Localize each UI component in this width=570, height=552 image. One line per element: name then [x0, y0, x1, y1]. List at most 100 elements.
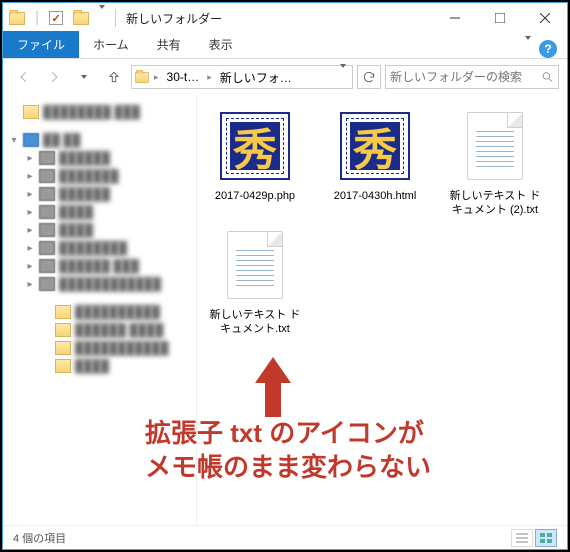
tree-expander-icon[interactable]: ▸	[25, 279, 35, 290]
address-dropdown[interactable]	[336, 68, 350, 86]
app-icon	[9, 12, 25, 25]
explorer-window: | ✓ 新しいフォルダー ファイル ホーム 共有 表示 ? ▸ 30-t	[2, 2, 568, 550]
breadcrumb-1[interactable]: 30-t…	[163, 68, 204, 86]
tree-item-label: ████	[75, 359, 109, 373]
tab-file[interactable]: ファイル	[3, 31, 79, 58]
item-count: 4 個の項目	[13, 530, 66, 546]
ribbon-expand-icon[interactable]	[525, 40, 531, 58]
file-item[interactable]: 秀 2017-0429p.php	[205, 107, 305, 218]
tree-item-icon	[55, 305, 71, 319]
tree-item-icon	[39, 259, 55, 273]
recent-dropdown[interactable]	[71, 64, 97, 90]
tree-expander-icon[interactable]: ▸	[25, 243, 35, 254]
file-item[interactable]: 新しいテキスト ドキュメント (2).txt	[445, 107, 545, 218]
tree-item[interactable]: ▸ ████████	[7, 239, 192, 257]
window-controls	[432, 4, 567, 33]
tree-item-label: ██████ ████	[75, 323, 163, 337]
navigation-pane: ████████ ███▾██ ██▸██████▸███████▸██████…	[3, 95, 197, 525]
back-button[interactable]	[11, 64, 37, 90]
tree-item-label: ██ ██	[43, 133, 80, 147]
search-input[interactable]	[390, 70, 541, 84]
chevron-right-icon[interactable]: ▸	[152, 72, 161, 83]
tree-item	[7, 293, 192, 303]
tree-item-icon	[55, 359, 71, 373]
text-document-icon	[467, 112, 523, 180]
tree-item-label: ██████████	[75, 305, 160, 319]
text-document-icon	[227, 231, 283, 299]
tree-item-label: ██████	[59, 151, 110, 165]
tree-item[interactable]: ████	[7, 357, 192, 375]
tab-view[interactable]: 表示	[195, 31, 247, 58]
help-icon[interactable]: ?	[539, 40, 557, 58]
tree-expander-icon[interactable]: ▸	[25, 225, 35, 236]
content-area: ████████ ███▾██ ██▸██████▸███████▸██████…	[3, 95, 567, 525]
tree-item[interactable]: ████████ ███	[7, 103, 192, 121]
tree-expander-icon[interactable]: ▸	[25, 153, 35, 164]
tree-item-label: ████████	[59, 241, 127, 255]
tree-item[interactable]: ███████████	[7, 339, 192, 357]
tree-expander-icon[interactable]: ▸	[25, 171, 35, 182]
tab-share[interactable]: 共有	[143, 31, 195, 58]
search-icon	[541, 70, 554, 84]
chevron-right-icon[interactable]: ▸	[205, 72, 214, 83]
file-item[interactable]: 新しいテキスト ドキュメント.txt	[205, 226, 305, 337]
tree-item-icon	[39, 205, 55, 219]
tree-expander-icon[interactable]: ▾	[9, 135, 19, 146]
address-box[interactable]: ▸ 30-t… ▸ 新しいフォ…	[131, 65, 353, 89]
file-label: 2017-0429p.php	[215, 189, 295, 203]
tree-item-icon	[55, 341, 71, 355]
hidemaru-app-icon: 秀	[220, 112, 290, 180]
tree-item-icon	[55, 323, 71, 337]
tree-expander-icon[interactable]: ▸	[25, 207, 35, 218]
details-view-icon[interactable]	[511, 529, 533, 547]
tree-item-label: ████████████	[59, 277, 161, 291]
tab-home[interactable]: ホーム	[79, 31, 143, 58]
tree-item[interactable]: ██████ ████	[7, 321, 192, 339]
tree-item-icon	[23, 105, 39, 119]
tree-expander-icon[interactable]: ▸	[25, 189, 35, 200]
tree-item-label: ██████ ███	[59, 259, 139, 273]
tree-item-icon	[39, 187, 55, 201]
refresh-button[interactable]	[357, 65, 381, 89]
tree-item	[7, 121, 192, 131]
tree-item[interactable]: ▾ ██ ██	[7, 131, 192, 149]
file-list-pane[interactable]: 秀 2017-0429p.php 秀2017-0430h.html新しいテキスト ド…	[197, 95, 567, 525]
tree-item-label: ████	[59, 223, 93, 237]
up-button[interactable]	[101, 64, 127, 90]
close-button[interactable]	[522, 4, 567, 33]
properties-icon[interactable]: ✓	[49, 11, 63, 25]
tree-item[interactable]: ▸ ███████	[7, 167, 192, 185]
quick-access-toolbar: | ✓	[9, 9, 116, 27]
file-label: 2017-0430h.html	[334, 189, 417, 203]
tree-item-label: ███████	[59, 169, 119, 183]
tree-item[interactable]: ▸ ████	[7, 203, 192, 221]
tree-item[interactable]: ▸ ██████ ███	[7, 257, 192, 275]
icons-view-icon[interactable]	[535, 529, 557, 547]
tree-expander-icon[interactable]: ▸	[25, 261, 35, 272]
qat-separator: |	[35, 9, 39, 27]
view-mode-switcher	[511, 529, 557, 547]
tree-item[interactable]: ▸ ████████████	[7, 275, 192, 293]
tree-item-icon	[39, 223, 55, 237]
minimize-button[interactable]	[432, 4, 477, 33]
tree-item[interactable]: ██████████	[7, 303, 192, 321]
file-item[interactable]: 秀2017-0430h.html	[325, 107, 425, 218]
forward-button[interactable]	[41, 64, 67, 90]
window-title: 新しいフォルダー	[126, 10, 222, 27]
address-folder-icon	[135, 71, 149, 82]
qat-dropdown[interactable]	[99, 9, 105, 27]
file-grid: 秀 2017-0429p.php 秀2017-0430h.html新しいテキスト ド…	[205, 107, 559, 336]
tree-item-label: ████████ ███	[43, 105, 140, 119]
maximize-button[interactable]	[477, 4, 522, 33]
search-box[interactable]	[385, 65, 559, 89]
breadcrumb-2[interactable]: 新しいフォ…	[216, 67, 296, 88]
tree-item[interactable]: ▸ ████	[7, 221, 192, 239]
tree-item[interactable]: ▸ ██████	[7, 149, 192, 167]
tree-item-icon	[39, 169, 55, 183]
tree-item-icon	[39, 241, 55, 255]
titlebar: | ✓ 新しいフォルダー	[3, 3, 567, 33]
tree-item[interactable]: ▸██████	[7, 185, 192, 203]
tree-item-label: ████	[59, 205, 93, 219]
tree-item-label: ███████████	[75, 341, 169, 355]
new-folder-icon[interactable]	[73, 12, 89, 25]
